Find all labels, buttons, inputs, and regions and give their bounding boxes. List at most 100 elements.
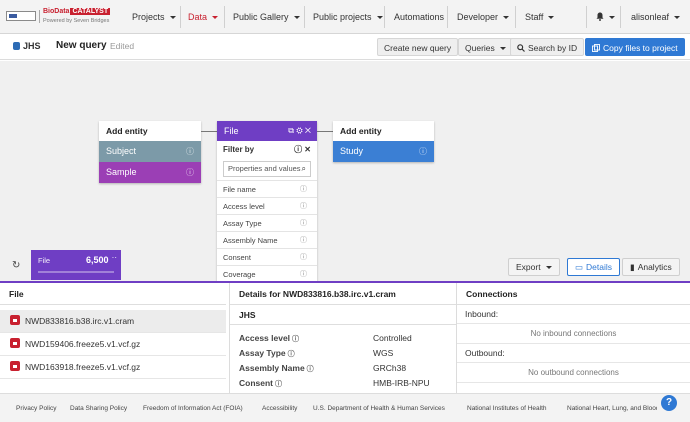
filter-property-file-name[interactable]: File name ⓘ <box>217 180 317 197</box>
entity-sample[interactable]: Sample ⓘ <box>99 162 201 183</box>
connections-panel: Connections Inbound: No inbound connecti… <box>457 283 690 393</box>
file-node-actions[interactable]: ⧉ ⚙ ✕ <box>288 121 311 141</box>
more-options-icon[interactable]: ·· <box>112 253 117 262</box>
info-icon[interactable]: ⓘ <box>307 366 314 373</box>
search-by-id-button[interactable]: Search by ID <box>510 38 585 56</box>
file-count-value: 6,500 <box>86 255 109 265</box>
connections-header: Connections <box>457 283 690 305</box>
details-panel: Details for NWD833816.b38.irc.v1.cram JH… <box>230 283 456 393</box>
info-icon: ⓘ <box>419 147 427 156</box>
nav-divider <box>620 6 621 28</box>
outbound-empty: No outbound connections <box>457 363 690 383</box>
file-node-header[interactable]: File ⧉ ⚙ ✕ <box>217 121 317 141</box>
footer-link-accessibility[interactable]: Accessibility <box>262 394 297 422</box>
list-item[interactable]: NWD833816.b38.irc.v1.cram <box>0 310 226 333</box>
add-entity-header: Add entity <box>99 121 201 141</box>
info-icon: ⓘ <box>300 237 307 244</box>
query-toolbar: JHS New query Edited Create new query Qu… <box>0 34 690 60</box>
filter-property-assembly-name[interactable]: Assembly Name ⓘ <box>217 231 317 248</box>
export-button[interactable]: Export <box>508 258 560 276</box>
detail-row-consent: Consent ⓘ HMB-IRB-NPU <box>239 378 430 388</box>
footer-link-hhs[interactable]: U.S. Department of Health & Human Servic… <box>313 394 445 422</box>
nav-developer[interactable]: Developer <box>457 0 510 34</box>
database-icon <box>13 42 20 50</box>
chevron-down-icon <box>674 16 681 20</box>
chevron-down-icon <box>609 16 615 20</box>
nav-divider <box>304 6 305 28</box>
nav-public-projects[interactable]: Public projects <box>313 0 383 34</box>
file-list-header: File <box>0 283 226 305</box>
filter-property-assay-type[interactable]: Assay Type ⓘ <box>217 214 317 231</box>
chevron-down-icon <box>503 16 510 20</box>
copy-icon <box>592 44 600 52</box>
nhlbi-logo-icon <box>6 11 36 21</box>
detail-row-assembly-name: Assembly Name ⓘ GRCh38 <box>239 363 407 373</box>
filter-actions[interactable]: ⓘ ✕ <box>294 141 311 159</box>
lock-icon <box>10 315 20 325</box>
chevron-down-icon <box>499 47 506 51</box>
info-icon: ⓘ <box>300 203 307 210</box>
info-icon[interactable]: ⓘ <box>275 381 282 388</box>
tab-details[interactable]: ▭ Details <box>567 258 621 276</box>
refresh-icon[interactable]: ↻ <box>12 260 20 271</box>
file-count-node[interactable]: File 6,500 ·· <box>31 250 121 280</box>
info-icon: ⓘ <box>300 186 307 193</box>
inbound-empty: No inbound connections <box>457 324 690 344</box>
details-icon: ▭ <box>575 262 584 272</box>
notifications-button[interactable] <box>596 0 615 34</box>
info-icon[interactable]: ⓘ <box>292 336 299 343</box>
chevron-down-icon <box>376 16 383 20</box>
nav-projects[interactable]: Projects <box>132 0 176 34</box>
nav-automations[interactable]: Automations <box>394 0 444 34</box>
connector-line <box>201 131 217 132</box>
brand-name: BioData CATALYST <box>43 8 111 15</box>
add-entity-card-right: Add entity Study ⓘ <box>333 121 434 162</box>
tab-analytics[interactable]: ▮ Analytics <box>622 258 680 276</box>
footer-link-privacy[interactable]: Privacy Policy <box>16 394 56 422</box>
search-icon: ⌕ <box>301 164 306 173</box>
outbound-label: Outbound: <box>457 344 690 363</box>
entity-subject[interactable]: Subject ⓘ <box>99 141 201 162</box>
filter-property-access-level[interactable]: Access level ⓘ <box>217 197 317 214</box>
nav-staff[interactable]: Staff <box>525 0 555 34</box>
filter-search-input[interactable]: Properties and values ⌕ <box>223 161 311 177</box>
bar-chart-icon: ▮ <box>630 262 635 272</box>
chevron-down-icon <box>169 16 176 20</box>
user-menu[interactable]: alisonleaf <box>631 0 681 34</box>
list-item[interactable]: NWD163918.freeze5.v1.vcf.gz <box>0 356 226 379</box>
nav-data[interactable]: Data <box>188 0 219 34</box>
lock-icon <box>10 338 20 348</box>
biodata-catalyst-logo[interactable]: BioData CATALYST Powered by Seven Bridges <box>6 8 114 26</box>
footer-link-foia[interactable]: Freedom of Information Act (FOIA) <box>143 394 243 422</box>
info-icon[interactable]: ⓘ <box>288 351 295 358</box>
filter-property-consent[interactable]: Consent ⓘ <box>217 248 317 265</box>
copy-files-to-project-button[interactable]: Copy files to project <box>585 38 685 56</box>
footer-link-nhlbi[interactable]: National Heart, Lung, and Blood Institut… <box>567 394 657 422</box>
nav-public-gallery[interactable]: Public Gallery <box>233 0 300 34</box>
nav-divider <box>180 6 181 28</box>
filter-by-header: Filter by ⓘ ✕ <box>217 141 317 159</box>
lock-icon <box>10 361 20 371</box>
footer-link-data-sharing[interactable]: Data Sharing Policy <box>70 394 127 422</box>
query-canvas[interactable]: Add entity Subject ⓘ Sample ⓘ File ⧉ ⚙ ✕ Fi… <box>0 61 690 281</box>
logo-separator <box>39 10 40 23</box>
info-icon: ⓘ <box>300 271 307 278</box>
help-icon[interactable]: ? <box>661 395 677 411</box>
list-item[interactable]: NWD159406.freeze5.v1.vcf.gz <box>0 333 226 356</box>
dataset-badge[interactable]: JHS <box>13 41 41 51</box>
queries-dropdown[interactable]: Queries <box>458 38 513 56</box>
create-new-query-button[interactable]: Create new query <box>377 38 459 56</box>
query-title[interactable]: New query <box>56 40 107 51</box>
footer: Privacy Policy Data Sharing Policy Freed… <box>0 393 690 422</box>
nav-divider <box>384 6 385 28</box>
search-icon <box>517 44 525 52</box>
entity-study[interactable]: Study ⓘ <box>333 141 434 162</box>
filter-property-coverage[interactable]: Coverage ⓘ <box>217 265 317 281</box>
chevron-down-icon <box>293 16 300 20</box>
nav-divider <box>515 6 516 28</box>
chevron-down-icon <box>548 16 555 20</box>
inbound-label: Inbound: <box>457 305 690 324</box>
top-navigation: BioData CATALYST Powered by Seven Bridges… <box>0 0 690 34</box>
footer-link-nih[interactable]: National Institutes of Health <box>467 394 547 422</box>
info-icon: ⓘ <box>186 147 194 156</box>
